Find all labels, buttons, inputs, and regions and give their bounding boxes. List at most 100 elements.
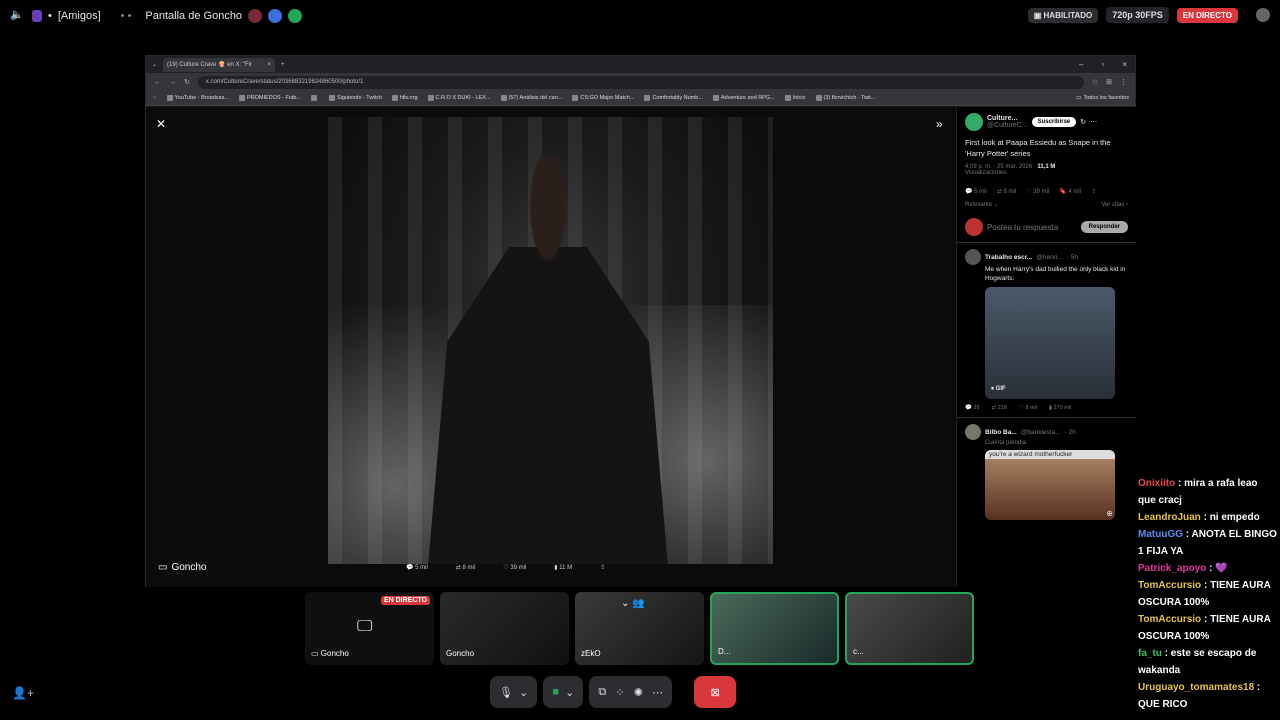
reply-stat[interactable]: 💬 5 mil [406, 564, 428, 571]
maximize-icon[interactable]: ▫ [1101, 60, 1104, 69]
reply2-avatar[interactable] [965, 424, 981, 440]
repost-stat[interactable]: ⇄ 8 mil [456, 564, 475, 571]
chat-username[interactable]: TomAccursio [1138, 614, 1201, 625]
new-tab-icon[interactable]: + [281, 62, 285, 68]
share-screen-icon[interactable]: ⧉ [598, 686, 606, 699]
reply-button[interactable]: Responder [1080, 221, 1128, 233]
subscribe-button[interactable]: Suscribirse [1031, 117, 1077, 127]
reply-action-count: 5 mil [974, 189, 987, 195]
back-icon[interactable]: ← [154, 79, 161, 86]
activities-icon[interactable]: ⁘ [615, 686, 624, 699]
apps-icon[interactable]: ⁘ [152, 95, 157, 101]
bookmark-item[interactable]: (3) florvichich - Twit... [815, 95, 875, 101]
sort-dropdown[interactable]: Relevante ⌄ [965, 201, 999, 208]
close-viewer-icon[interactable]: ✕ [156, 117, 166, 131]
more-options-icon[interactable]: ⋯ [652, 686, 663, 699]
all-bookmarks[interactable]: ▭ Todos los favoritos [1076, 95, 1129, 101]
bookmark-item[interactable]: CS:GO Major Match... [572, 95, 634, 101]
author-avatar[interactable] [965, 113, 983, 131]
bookmark-item[interactable]: C.R.O X DUKI - LEX... [427, 95, 491, 101]
camera-options-icon[interactable]: ⌄ [565, 686, 574, 699]
add-friend-icon[interactable]: 👤+ [12, 686, 34, 700]
more-icon[interactable]: ⋯ [1090, 118, 1097, 126]
like-action[interactable]: ♡ 39 mil [1026, 188, 1049, 195]
bookmark-item[interactable]: Comfortably Numb... [644, 95, 703, 101]
participant-tile-3[interactable]: D... [710, 592, 839, 665]
bookmark-item[interactable]: YouTube - Broadcas... [166, 95, 229, 101]
author-name[interactable]: Culture... [987, 115, 1028, 122]
chat-message: MatuuGG : ANOTA EL BINGO 1 FIJA YA [1138, 526, 1278, 560]
bookmarks-bar: ⁘ YouTube - Broadcas... PROMIEDOS - Futb..… [146, 91, 1135, 106]
reply1-name[interactable]: Trabalho escr... [985, 254, 1032, 261]
reply1-views[interactable]: ▮ 270 mil [1049, 405, 1071, 411]
views-stat[interactable]: ▮ 11 M [554, 564, 572, 571]
share-icon[interactable]: ⇪ [600, 564, 605, 571]
bookmark-action[interactable]: 🔖 4 mil [1059, 188, 1081, 195]
minimize-icon[interactable]: – [1079, 60, 1083, 69]
participant-tile-0[interactable]: EN DIRECTO 🖵 ▭ Goncho [305, 592, 434, 665]
star-icon[interactable]: ☆ [1092, 78, 1098, 86]
camera-button[interactable]: ■ ⌄ [543, 676, 584, 708]
reply2-name[interactable]: Bilbo Ba... [985, 429, 1017, 436]
streamer-badge-icon [248, 9, 263, 23]
bookmark-item[interactable]: (57) Análisis del can... [500, 95, 562, 101]
close-window-icon[interactable]: × [1122, 60, 1127, 69]
reply2-media[interactable]: you're a wizard motherfucker ⊕ [985, 450, 1115, 520]
bookmark-item[interactable]: Siguiendo - Twitch [329, 95, 382, 101]
expand-participants-icon[interactable]: ⌄ 👥 [621, 598, 645, 609]
grok-icon[interactable]: ↻ [1080, 118, 1086, 126]
reply1-reposts[interactable]: ⇄ 228 [992, 405, 1007, 411]
bookmark-label: hltv.org [399, 95, 418, 101]
participant-tile-4[interactable]: c... [845, 592, 974, 665]
like-stat[interactable]: ♡ 39 mil [503, 564, 526, 571]
menu-icon[interactable]: ⋮ [1120, 78, 1127, 86]
soundboard-icon[interactable]: ✺ [634, 686, 643, 699]
reply1-likes[interactable]: ♡ 8 mil [1019, 405, 1037, 411]
chat-username[interactable]: Patrick_apoyo [1138, 563, 1206, 574]
browser-tab[interactable]: (19) Culture Crave 🍿 en X: "Fir × [163, 57, 276, 72]
bookmark-item[interactable]: PROMIEDOS - Futb... [238, 95, 301, 101]
bookmark-action-count: 4 mil [1068, 189, 1082, 195]
reply1-replies[interactable]: 💬 39 [965, 405, 980, 411]
close-tab-icon[interactable]: × [268, 62, 272, 68]
volume-icon[interactable]: 🔈 [10, 8, 26, 24]
reply1-avatar[interactable] [965, 249, 981, 265]
reply-action[interactable]: 💬 5 mil [965, 188, 987, 195]
tweet-photo[interactable] [328, 117, 773, 564]
reply-2[interactable]: Bilbo Ba... @bankiesta... · 2h Cuenta pa… [957, 417, 1136, 526]
forward-icon[interactable]: → [169, 79, 176, 86]
repost-action[interactable]: ⇄ 8 mil [997, 188, 1016, 195]
tab-search-icon[interactable]: ⌄ [152, 61, 157, 68]
chat-username[interactable]: TomAccursio [1138, 580, 1201, 591]
reply1-text: Me when Harry's dad bullied the only bla… [985, 266, 1126, 282]
reply-input[interactable]: Postea tu respuesta [987, 223, 1058, 232]
reply-composer: Postea tu respuesta Responder [965, 218, 1128, 236]
chat-username[interactable]: MatuuGG [1138, 529, 1183, 540]
bookmark-item[interactable]: Inicio [784, 95, 806, 101]
zoom-icon[interactable]: ⊕ [1106, 509, 1113, 518]
quotes-link[interactable]: Ver citas › [1101, 202, 1128, 208]
mic-button[interactable]: 🎙 ⌄ [490, 676, 538, 708]
bookmark-item[interactable] [311, 95, 319, 101]
chat-username[interactable]: LeandroJuan [1138, 512, 1201, 523]
reload-icon[interactable]: ↻ [184, 78, 190, 86]
reply1-gif[interactable]: ⏸ GIF [985, 287, 1115, 399]
stop-stream-button[interactable]: ⊠ [694, 676, 737, 708]
share-action-icon[interactable]: ⇪ [1091, 188, 1096, 195]
chat-username[interactable]: Onixiito [1138, 478, 1175, 489]
url-field[interactable]: x.com/CultureCrave/status/20368832198248… [197, 75, 1084, 89]
reply-1[interactable]: Trabalho escr... @henri... · 5h Me when … [957, 242, 1136, 417]
chat-username[interactable]: Uruguayo_tomamates18 [1138, 682, 1254, 693]
bookmark-item[interactable]: hltv.org [391, 95, 418, 101]
chat-bubble-icon[interactable] [1256, 8, 1270, 22]
participant-tile-2[interactable]: ⌄ 👥 zEkO [575, 592, 704, 665]
participant-tile-1[interactable]: Goncho [440, 592, 569, 665]
bookmark-item[interactable]: Adventure and RPG... [712, 95, 775, 101]
collapse-sidebar-icon[interactable]: » [936, 117, 943, 131]
chat-message: Uruguayo_tomamates18 : QUE RICO [1138, 679, 1278, 713]
camera-icon: ■ [552, 686, 559, 698]
extensions-icon[interactable]: ⊞ [1106, 78, 1112, 86]
chat-username[interactable]: fa_tu [1138, 648, 1162, 659]
mic-options-icon[interactable]: ⌄ [519, 686, 528, 699]
enabled-badge: ▣ HABILITADO [1027, 7, 1099, 23]
